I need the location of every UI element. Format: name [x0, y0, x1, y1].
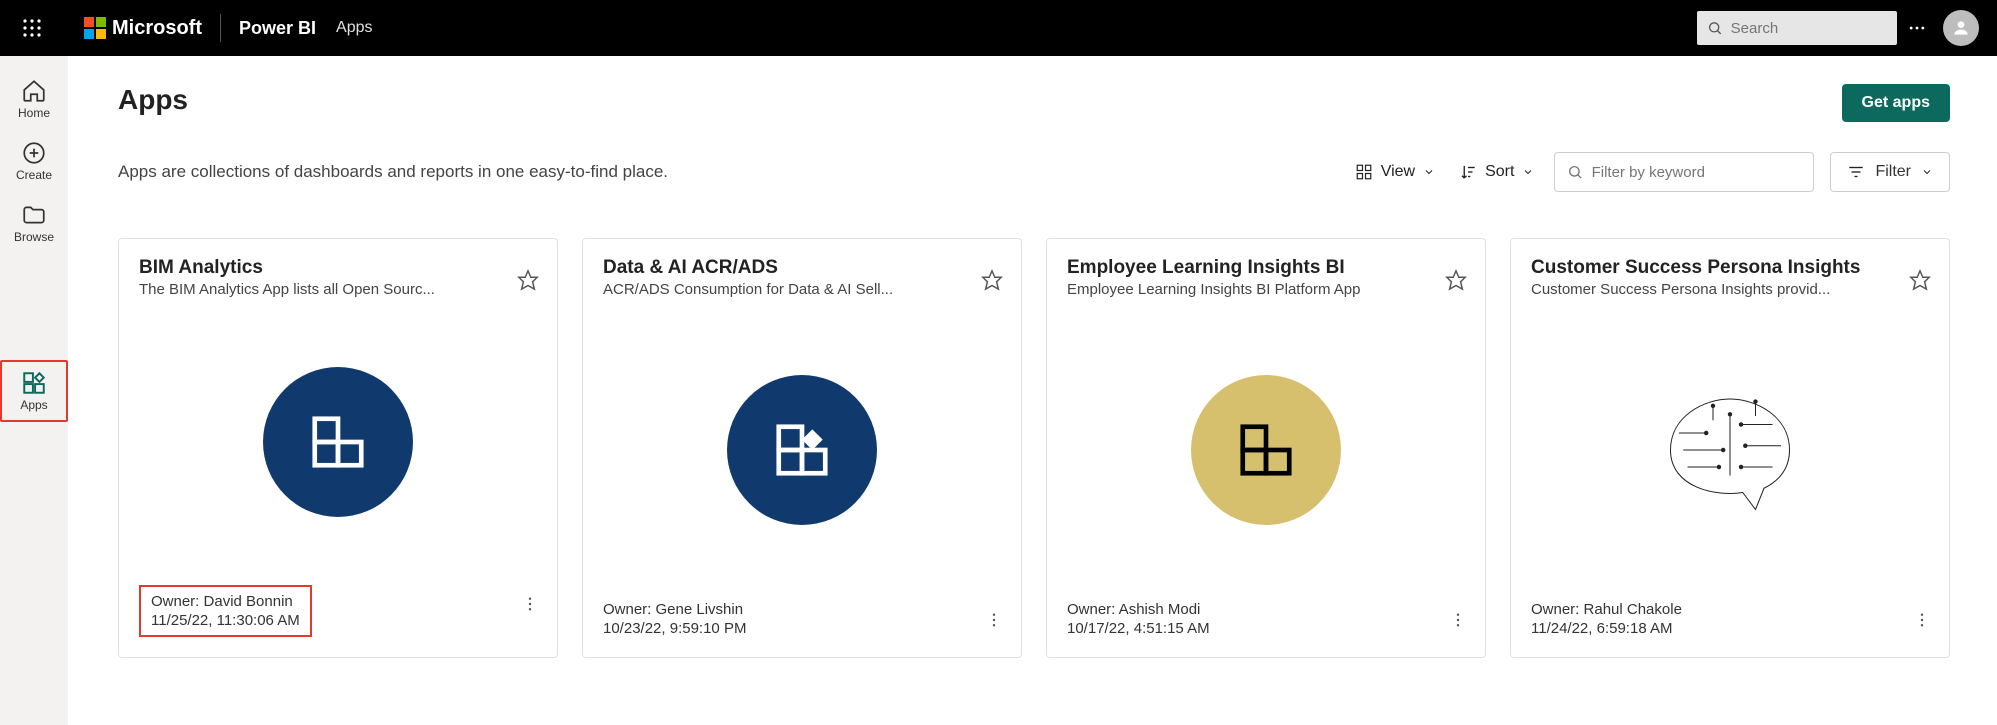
favorite-icon[interactable] [1445, 269, 1467, 294]
chevron-down-icon [1921, 166, 1933, 178]
app-timestamp: 11/25/22, 11:30:06 AM [151, 612, 300, 629]
filter-label: Filter [1875, 163, 1911, 181]
microsoft-logo: Microsoft [84, 17, 202, 40]
card-more-icon[interactable] [985, 611, 1003, 632]
nav-home-label: Home [18, 106, 50, 120]
page-subtitle: Apps are collections of dashboards and r… [118, 162, 668, 182]
app-card-grid: BIM Analytics The BIM Analytics App list… [118, 238, 1950, 658]
global-header: Microsoft Power BI Apps [0, 0, 1997, 56]
page-title: Apps [118, 84, 188, 116]
app-launcher-icon[interactable] [12, 8, 52, 48]
search-icon [1707, 19, 1723, 37]
left-nav: Home Create Browse Apps [0, 56, 68, 725]
apps-icon [21, 370, 47, 396]
user-avatar[interactable] [1943, 10, 1979, 46]
plus-circle-icon [21, 140, 47, 166]
toolbar: View Sort Filter [1351, 152, 1950, 192]
main-content: Apps Get apps Apps are collections of da… [68, 56, 1997, 725]
nav-browse-label: Browse [14, 230, 54, 244]
nav-apps-label: Apps [20, 398, 47, 412]
global-search[interactable] [1697, 11, 1897, 45]
app-tile-icon [727, 375, 877, 525]
divider [220, 14, 221, 42]
app-title: Customer Success Persona Insights [1531, 257, 1929, 279]
app-owner: Owner: Gene Livshin [603, 601, 1001, 618]
filter-icon [1847, 163, 1865, 181]
card-more-icon[interactable] [1449, 611, 1467, 632]
app-owner: Owner: Rahul Chakole [1531, 601, 1929, 618]
nav-browse[interactable]: Browse [0, 194, 68, 252]
product-name[interactable]: Power BI [239, 18, 316, 39]
app-tile-icon [1511, 298, 1949, 601]
app-description: Employee Learning Insights BI Platform A… [1067, 281, 1417, 298]
app-tile-icon [1191, 375, 1341, 525]
favorite-icon[interactable] [1909, 269, 1931, 294]
nav-create-label: Create [16, 168, 52, 182]
view-label: View [1381, 163, 1415, 181]
app-title: Employee Learning Insights BI [1067, 257, 1465, 279]
sort-dropdown[interactable]: Sort [1455, 157, 1538, 187]
app-timestamp: 10/23/22, 9:59:10 PM [603, 620, 1001, 637]
card-more-icon[interactable] [1913, 611, 1931, 632]
folder-icon [21, 202, 47, 228]
sort-icon [1459, 163, 1477, 181]
grid-view-icon [1355, 163, 1373, 181]
filter-button[interactable]: Filter [1830, 152, 1950, 192]
sort-label: Sort [1485, 163, 1514, 181]
search-input[interactable] [1731, 20, 1887, 37]
microsoft-logo-icon [84, 17, 106, 39]
app-description: The BIM Analytics App lists all Open Sou… [139, 281, 489, 298]
search-icon [1567, 163, 1583, 181]
more-options-icon[interactable] [1897, 8, 1937, 48]
microsoft-word: Microsoft [112, 17, 202, 40]
nav-create[interactable]: Create [0, 132, 68, 190]
app-description: Customer Success Persona Insights provid… [1531, 281, 1881, 298]
nav-home[interactable]: Home [0, 70, 68, 128]
chevron-down-icon [1522, 166, 1534, 178]
app-title: Data & AI ACR/ADS [603, 257, 1001, 279]
nav-apps[interactable]: Apps [0, 360, 68, 422]
home-icon [21, 78, 47, 104]
app-card[interactable]: BIM Analytics The BIM Analytics App list… [118, 238, 558, 658]
app-timestamp: 10/17/22, 4:51:15 AM [1067, 620, 1465, 637]
app-card[interactable]: Customer Success Persona Insights Custom… [1510, 238, 1950, 658]
app-card[interactable]: Data & AI ACR/ADS ACR/ADS Consumption fo… [582, 238, 1022, 658]
app-title: BIM Analytics [139, 257, 537, 279]
app-tile-icon [263, 367, 413, 517]
breadcrumb[interactable]: Apps [336, 19, 372, 37]
app-card[interactable]: Employee Learning Insights BI Employee L… [1046, 238, 1486, 658]
app-owner: Owner: David Bonnin [151, 593, 300, 610]
favorite-icon[interactable] [517, 269, 539, 294]
view-dropdown[interactable]: View [1351, 157, 1439, 187]
card-more-icon[interactable] [521, 595, 539, 616]
app-owner: Owner: Ashish Modi [1067, 601, 1465, 618]
filter-keyword-input[interactable] [1592, 164, 1802, 181]
app-description: ACR/ADS Consumption for Data & AI Sell..… [603, 281, 953, 298]
chevron-down-icon [1423, 166, 1435, 178]
favorite-icon[interactable] [981, 269, 1003, 294]
filter-keyword-field[interactable] [1554, 152, 1814, 192]
app-timestamp: 11/24/22, 6:59:18 AM [1531, 620, 1929, 637]
get-apps-button[interactable]: Get apps [1842, 84, 1950, 122]
